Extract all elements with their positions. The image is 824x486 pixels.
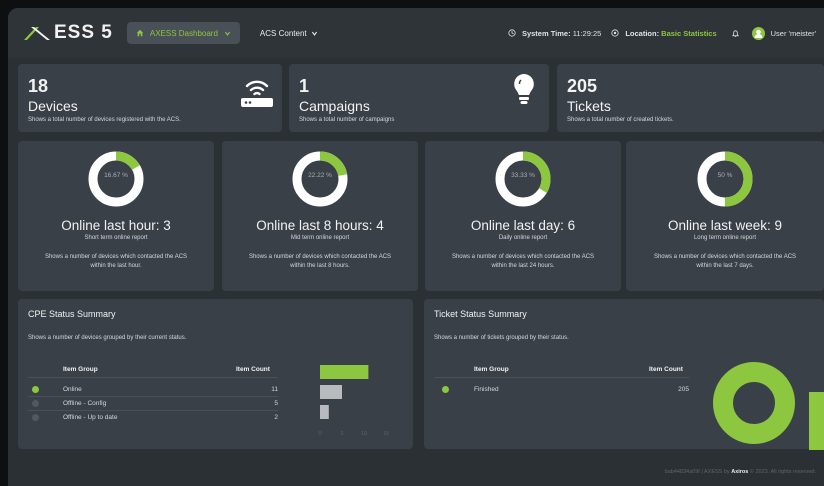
campaigns-card: 1 Campaigns Shows a total number of camp… — [289, 64, 549, 132]
row-group-name: Online — [63, 385, 82, 393]
chevron-down-icon — [224, 31, 230, 36]
devices-card: 18 Devices Shows a total number of devic… — [18, 64, 282, 132]
online-card: 33.33 % Online last day: 6 Daily online … — [425, 141, 621, 291]
cpe-col-count[interactable]: Item Count — [236, 366, 270, 373]
bar-offline-up-to-date[interactable] — [320, 405, 329, 419]
devices-desc: Shows a total number of devices register… — [28, 117, 181, 123]
clock-icon — [508, 29, 516, 37]
logo-x-mark — [24, 27, 50, 40]
cpe-status-panel: CPE Status Summary Shows a number of dev… — [18, 299, 413, 449]
campaigns-label: Campaigns — [299, 98, 370, 114]
home-icon — [136, 29, 144, 37]
nav-acs-content[interactable]: ACS Content — [260, 29, 318, 38]
online-subtitle: Mid term online report — [290, 235, 350, 241]
online-card: 16.67 % Online last hour: 3 Short term o… — [18, 141, 214, 291]
tickets-card: 205 Tickets Shows a total number of crea… — [557, 64, 824, 132]
tickets-label: Tickets — [567, 98, 611, 114]
row-count: 2 — [274, 413, 278, 421]
axess-logo[interactable]: ESS 5 — [22, 22, 113, 44]
location: Location: Basic Statistics — [625, 28, 717, 38]
online-donut-chart — [88, 151, 144, 207]
header-status-area: System Time: 11:29:25 Location: Basic St… — [508, 8, 816, 58]
status-dot — [32, 413, 39, 421]
online-donut-chart — [697, 151, 753, 207]
ticket-header-divider — [434, 377, 689, 378]
side-feedback-tab[interactable] — [809, 392, 824, 450]
online-card: 22.22 % Online last 8 hours: 4 Mid term … — [222, 141, 418, 291]
row-group-name: Finished — [474, 385, 499, 393]
campaigns-desc: Shows a total number of campaigns — [299, 117, 395, 123]
ticket-col-group[interactable]: Item Group — [474, 366, 509, 373]
online-subtitle: Daily online report — [498, 235, 548, 241]
row-group-name: Offline - Config — [63, 399, 107, 407]
online-title: Online last 8 hours: 4 — [256, 218, 384, 233]
user-avatar[interactable] — [751, 26, 765, 40]
table-row[interactable]: Offline - Config 5 — [28, 396, 278, 410]
cpe-bar-chart: 0 5 10 15 — [318, 365, 389, 437]
logo-text: ESS 5 — [54, 22, 113, 43]
top-navbar: ESS 5 AXESS Dashboard ACS Content System… — [8, 8, 824, 58]
online-desc: Shows a number of devices which contacte… — [653, 254, 797, 269]
online-desc: Shows a number of devices which contacte… — [248, 254, 392, 269]
online-desc: Shows a number of devices which contacte… — [44, 254, 188, 269]
x-tick-label: 15 — [383, 431, 389, 437]
online-card: 50 % Online last week: 9 Long term onlin… — [626, 141, 824, 291]
bell-icon[interactable] — [731, 29, 740, 38]
donut-percent: 16.67 % — [104, 172, 128, 179]
tickets-desc: Shows a total number of created tickets. — [567, 117, 674, 123]
location-icon — [611, 29, 619, 37]
online-title: Online last hour: 3 — [61, 218, 171, 233]
table-row[interactable]: Finished 205 — [434, 382, 689, 396]
status-dot — [32, 385, 39, 393]
online-subtitle: Short term online report — [84, 235, 148, 241]
row-count: 11 — [271, 385, 278, 393]
devices-count: 18 — [28, 76, 49, 96]
lightbulb-icon — [514, 74, 534, 104]
bar-offline-config[interactable] — [320, 385, 342, 399]
tickets-donut-chart — [713, 362, 795, 444]
online-title: Online last week: 9 — [667, 218, 783, 233]
nav-dashboard-label: AXESS Dashboard — [149, 28, 218, 38]
user-menu[interactable]: User 'meister' — [771, 29, 816, 38]
ticket-panel-title: Ticket Status Summary — [434, 309, 527, 319]
devices-label: Devices — [28, 98, 78, 114]
x-tick-label: 0 — [318, 431, 321, 437]
tickets-donut-slice-finished — [713, 362, 795, 444]
app-window: ESS 5 AXESS Dashboard ACS Content System… — [8, 8, 824, 486]
status-dot — [32, 399, 39, 407]
cpe-header-divider — [28, 377, 278, 378]
system-time: System Time: 11:29:25 — [521, 28, 602, 38]
cpe-panel-desc: Shows a number of devices grouped by the… — [28, 335, 187, 341]
router-icon — [241, 80, 273, 107]
user-icon — [754, 29, 763, 38]
row-count: 205 — [678, 385, 689, 393]
online-title: Online last day: 6 — [470, 218, 576, 233]
table-row[interactable]: Offline - Up to date 2 — [28, 410, 278, 424]
donut-percent: 22.22 % — [308, 172, 332, 179]
row-count: 5 — [274, 399, 278, 407]
footer-text: bab44834a09f | AXESS by Axiros © 2023. A… — [664, 469, 816, 475]
x-tick-label: 10 — [361, 431, 367, 437]
donut-percent: 33.33 % — [511, 172, 535, 179]
tickets-count: 205 — [567, 76, 598, 96]
online-subtitle: Long term online report — [693, 235, 757, 241]
bar-online[interactable] — [320, 365, 369, 379]
status-dot — [442, 385, 449, 393]
campaigns-count: 1 — [299, 76, 310, 96]
row-group-name: Offline - Up to date — [63, 413, 118, 421]
ticket-status-panel: Ticket Status Summary Shows a number of … — [424, 299, 824, 449]
chevron-down-icon — [311, 31, 317, 36]
table-row[interactable]: Online 11 — [28, 382, 278, 396]
cpe-col-group[interactable]: Item Group — [63, 366, 98, 373]
donut-percent: 50 % — [717, 172, 733, 179]
online-donut-chart — [292, 151, 348, 207]
online-desc: Shows a number of devices which contacte… — [451, 254, 595, 269]
nav-axess-dashboard[interactable]: AXESS Dashboard — [126, 22, 240, 44]
ticket-panel-desc: Shows a number of tickets grouped by the… — [434, 335, 569, 341]
cpe-panel-title: CPE Status Summary — [28, 309, 116, 319]
x-tick-label: 5 — [340, 431, 343, 437]
nav-content-label: ACS Content — [259, 28, 307, 38]
online-donut-chart — [495, 151, 551, 207]
ticket-col-count[interactable]: Item Count — [649, 366, 683, 373]
